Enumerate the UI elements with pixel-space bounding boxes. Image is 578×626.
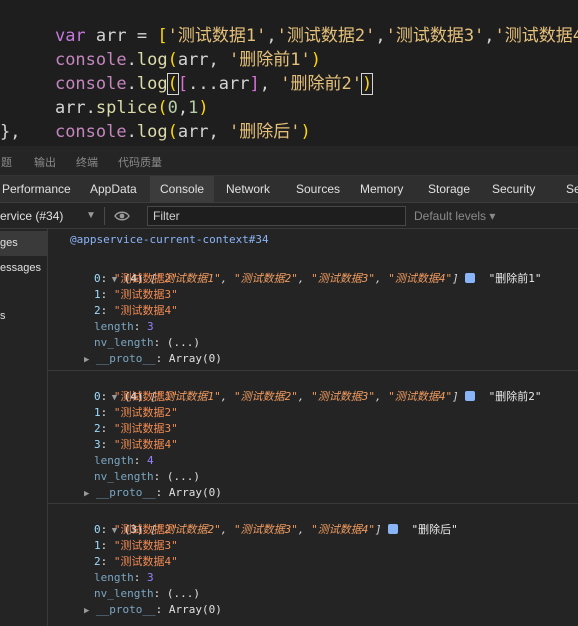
array-summary[interactable]: ▼ (3) ["测试数据2", "测试数据3", "测试数据4"] "删除后" [72,506,458,536]
log-label: "删除后" [411,523,458,536]
array-item-string: '测试数据4' [494,26,578,46]
panel-tab-problems[interactable]: 问题 [0,154,12,170]
tab-security[interactable]: Security [482,176,545,203]
log-levels-dropdown[interactable]: Default levels ▾ [414,207,495,225]
proto-property[interactable]: ▶ __proto__: Array(0) [84,351,222,367]
sidebar-item-messages[interactable]: ges [0,231,47,256]
array-item: 2: "测试数据3" [94,422,178,435]
length-property: length: 3 [94,571,154,584]
array-item: 2: "测试数据4" [94,304,178,317]
identifier-console: console [54,122,127,142]
panel-tab-code-quality[interactable]: 代码质量 [118,154,162,170]
tab-overflow[interactable]: Se [556,176,578,203]
array-item: 2: "测试数据4" [94,555,178,568]
tab-appdata[interactable]: AppData [80,176,147,203]
info-square-icon[interactable] [465,391,476,401]
panel-tab-bar: 问题 输出 终端 代码质量 [0,146,578,176]
tab-storage[interactable]: Storage [418,176,480,203]
arg-arr: arr, [177,122,230,142]
array-item-string: '测试数据3' [385,26,485,46]
devtools-tab-bar: Performance AppData Console Network Sour… [0,176,578,203]
log-entry: ▼ (4) ["测试数据1", "测试数据2", "测试数据3", "测试数据4… [48,370,578,503]
context-selector[interactable]: ervice (#34) [0,207,63,225]
array-item: 0: "测试数据2" [94,272,178,285]
context-label: @appservice-current-context#34 [70,233,269,246]
tab-network[interactable]: Network [216,176,280,203]
preview-item: "测试数据2" [234,272,298,285]
length-property: length: 3 [94,320,154,333]
array-item: 3: "测试数据4" [94,438,178,451]
code-line-5: console.log(arr, '删除后') [54,122,311,142]
method-log: log [136,122,168,142]
preview-item: "测试数据4" [388,390,453,403]
sidebar-item-user-messages[interactable]: essages [0,256,47,281]
code-editor[interactable]: var arr = ['测试数据1','测试数据2','测试数据3','测试数据… [0,0,578,146]
caret-down-icon[interactable]: ▼ [86,207,96,225]
filter-input[interactable]: Filter [147,206,406,226]
array-item: 1: "测试数据3" [94,288,178,301]
console-sidebar: ges essages s [0,229,48,626]
eye-icon[interactable] [114,209,130,223]
collapsed-triangle-icon: ▶ [84,355,90,365]
array-item: 0: "测试数据2" [94,523,178,536]
tab-sources[interactable]: Sources [286,176,350,203]
toolbar-divider [104,207,105,225]
preview-item: "测试数据4" [388,272,453,285]
proto-property[interactable]: ▶ __proto__: Array(0) [84,602,222,618]
tab-memory[interactable]: Memory [350,176,413,203]
code-line-6: }, [0,122,21,142]
tab-performance[interactable]: Performance [0,176,81,203]
proto-property[interactable]: ▶ __proto__: Array(0) [84,485,222,501]
array-summary[interactable]: ▼ (4) ["测试数据1", "测试数据2", "测试数据3", "测试数据4… [72,255,542,285]
nv-length-property[interactable]: nv_length: (...) [94,469,200,485]
preview-item: "测试数据4" [311,523,376,536]
preview-item: "测试数据2" [234,390,298,403]
arg-string: '删除后' [229,122,301,142]
code-line-4: arr.splice(0,1) [54,98,209,118]
array-summary[interactable]: ▼ (4) ["测试数据1", "测试数据2", "测试数据3", "测试数据4… [72,373,542,403]
console-output: @appservice-current-context#34 ▼ (4) ["测… [48,229,578,626]
array-item: 0: "测试数据1" [94,390,178,403]
panel-tab-terminal[interactable]: 终端 [76,154,98,170]
sidebar-item-errors[interactable] [0,281,47,306]
preview-item: "测试数据3" [311,390,376,403]
preview-item: "测试数据3" [234,523,298,536]
sidebar-item-warnings[interactable]: s [0,304,47,329]
code-line-3: console.log([...arr], '删除前2') [54,73,374,95]
log-label: "删除前2" [488,390,542,403]
nv-length-property[interactable]: nv_length: (...) [94,586,200,602]
log-entry: ▼ (4) ["测试数据1", "测试数据2", "测试数据3", "测试数据4… [48,253,578,370]
code-line-2: console.log(arr, '删除前1') [54,50,321,70]
arg-string: '删除前2' [280,74,362,94]
preview-item: "测试数据3" [311,272,376,285]
collapsed-triangle-icon: ▶ [84,606,90,616]
code-line-1: var arr = ['测试数据1','测试数据2','测试数据3','测试数据… [14,0,578,46]
array-item: 1: "测试数据3" [94,539,178,552]
array-item: 1: "测试数据2" [94,406,178,419]
collapsed-triangle-icon: ▶ [84,489,90,499]
log-label: "删除前1" [488,272,542,285]
length-property: length: 4 [94,454,154,467]
info-square-icon[interactable] [388,524,399,534]
panel-tab-output[interactable]: 输出 [34,154,56,170]
console-toolbar: ervice (#34) ▼ Filter Default levels ▾ [0,203,578,229]
tab-console[interactable]: Console [150,176,215,203]
nv-length-property[interactable]: nv_length: (...) [94,335,200,351]
log-entry: ▼ (3) ["测试数据2", "测试数据3", "测试数据4"] "删除后" … [48,503,578,620]
info-square-icon[interactable] [465,273,476,283]
